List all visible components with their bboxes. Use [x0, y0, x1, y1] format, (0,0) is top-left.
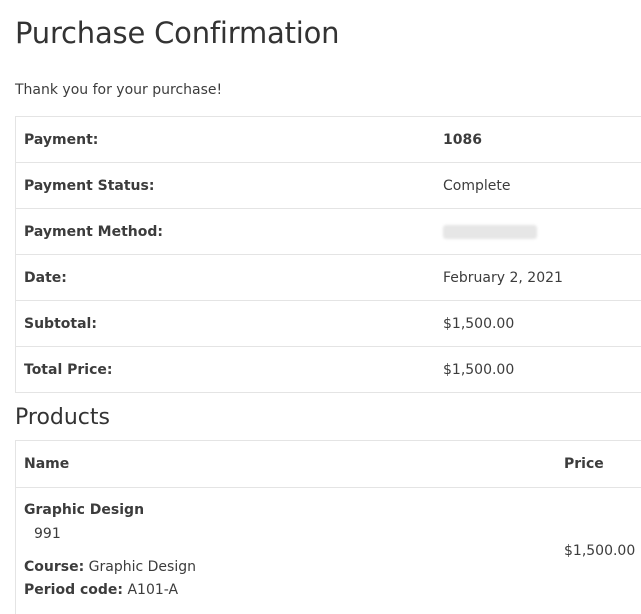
product-details: Graphic Design 991 Course: Graphic Desig…	[16, 488, 565, 614]
product-period: Period code: A101-A	[24, 582, 178, 598]
period-value: A101-A	[127, 582, 178, 598]
product-course: Course: Graphic Design	[24, 559, 196, 575]
column-header-name: Name	[16, 441, 565, 488]
period-label: Period code:	[24, 582, 123, 598]
product-row: Graphic Design 991 Course: Graphic Desig…	[16, 488, 641, 614]
receipt-label: Date:	[16, 255, 444, 301]
subtotal-value: $1,500.00	[443, 301, 641, 347]
receipt-table: Payment: 1086 Payment Status: Complete P…	[15, 116, 641, 393]
product-name: Graphic Design	[24, 502, 144, 518]
receipt-row-status: Payment Status: Complete	[16, 163, 641, 209]
receipt-row-date: Date: February 2, 2021	[16, 255, 641, 301]
payment-id: 1086	[443, 117, 641, 163]
total-price-value: $1,500.00	[443, 347, 641, 393]
redacted-payment-method	[443, 225, 537, 239]
receipt-row-payment: Payment: 1086	[16, 117, 641, 163]
receipt-row-total: Total Price: $1,500.00	[16, 347, 641, 393]
product-id: 991	[34, 526, 61, 542]
payment-date: February 2, 2021	[443, 255, 641, 301]
thank-you-message: Thank you for your purchase!	[15, 82, 222, 98]
products-heading: Products	[15, 405, 110, 430]
receipt-row-method: Payment Method:	[16, 209, 641, 255]
receipt-label: Payment:	[16, 117, 444, 163]
products-table: Name Price Graphic Design 991 Course: Gr…	[15, 440, 641, 614]
receipt-label: Payment Method:	[16, 209, 444, 255]
products-header-row: Name Price	[16, 441, 641, 488]
page-title: Purchase Confirmation	[15, 16, 339, 50]
payment-method	[443, 209, 641, 255]
payment-status: Complete	[443, 163, 641, 209]
receipt-label: Subtotal:	[16, 301, 444, 347]
course-label: Course:	[24, 559, 84, 575]
receipt-row-subtotal: Subtotal: $1,500.00	[16, 301, 641, 347]
receipt-label: Total Price:	[16, 347, 444, 393]
column-header-price: Price	[564, 441, 641, 488]
course-value: Graphic Design	[89, 559, 196, 575]
receipt-label: Payment Status:	[16, 163, 444, 209]
product-price: $1,500.00	[564, 488, 641, 614]
